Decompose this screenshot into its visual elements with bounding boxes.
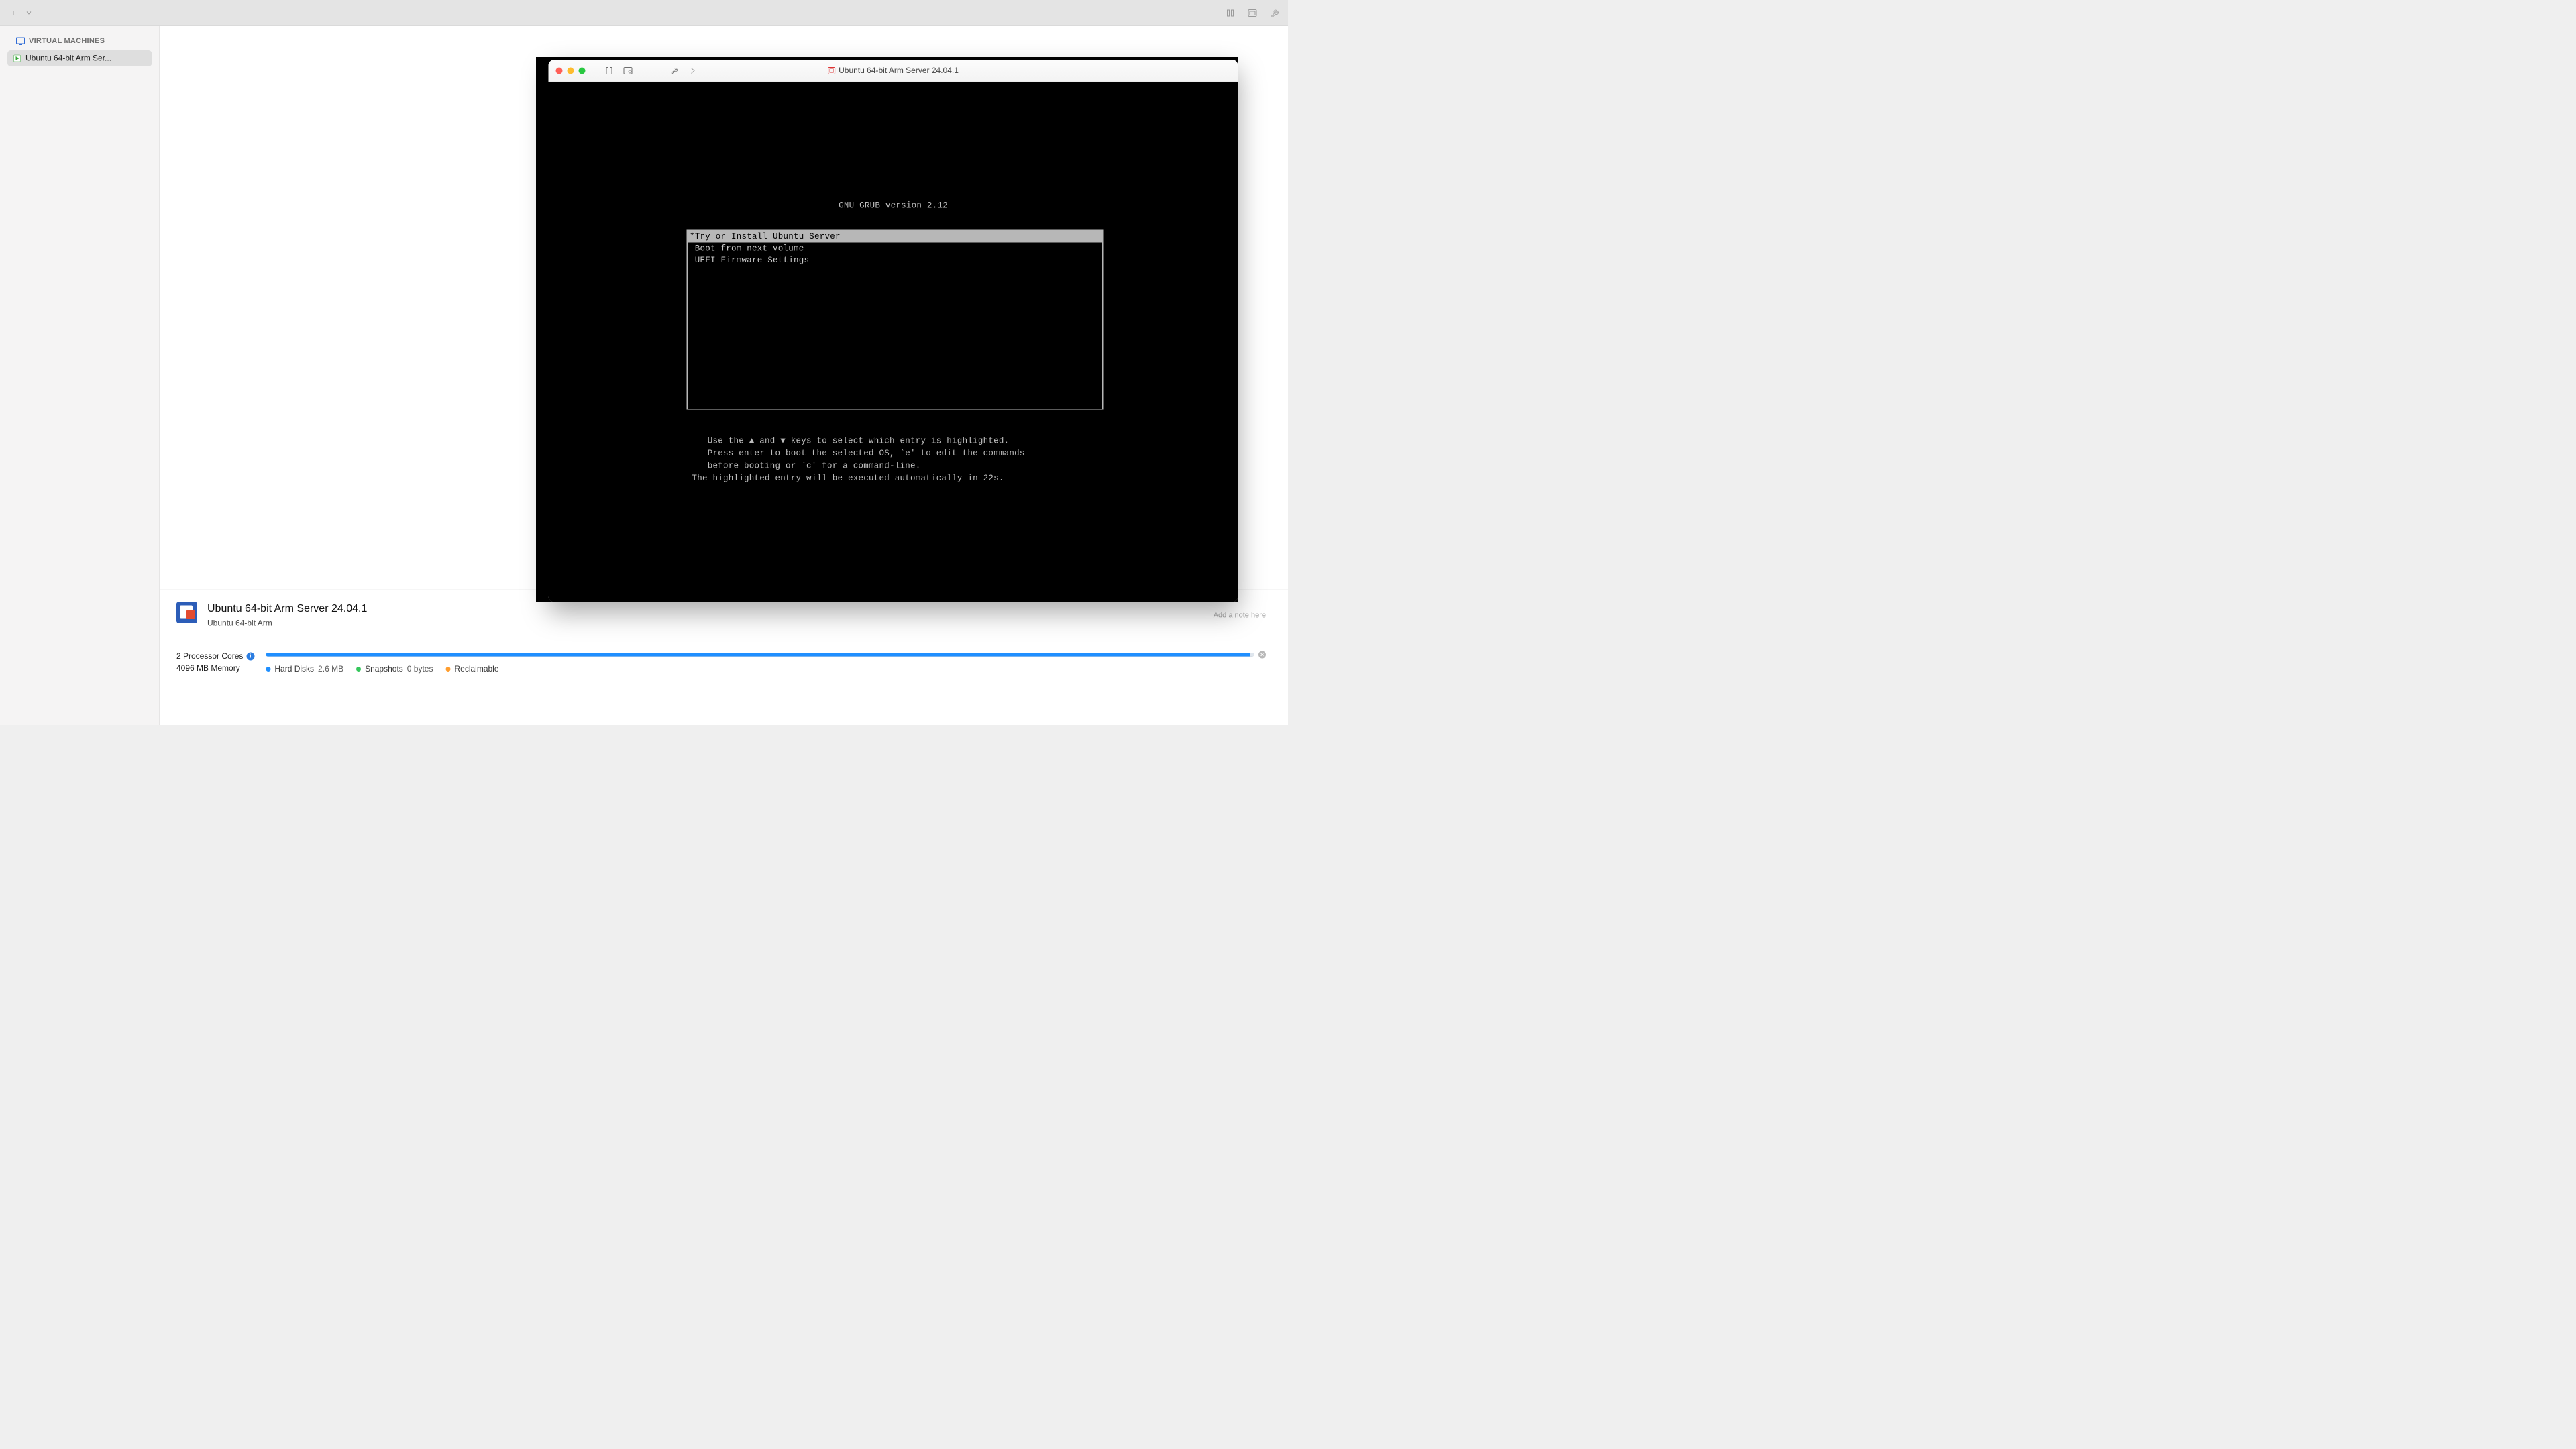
vm-display-region: Ubuntu 64-bit Arm Server 24.04.1 GNU GRU… — [160, 26, 1288, 589]
toolbar-columns-button[interactable] — [1224, 6, 1237, 19]
main-area: VIRTUAL MACHINES Ubuntu 64-bit Arm Ser..… — [0, 26, 1288, 724]
wrench-icon — [670, 66, 678, 74]
toolbar-window-button[interactable] — [1246, 6, 1259, 19]
next-button[interactable] — [688, 65, 699, 76]
legend-hd-value: 2.6 MB — [318, 665, 343, 674]
vm-metrics-row: 2 Processor Cores i 4096 MB Memory ✕ — [176, 641, 1266, 682]
vm-window-title-text: Ubuntu 64-bit Arm Server 24.04.1 — [839, 66, 959, 75]
columns-icon — [1226, 9, 1234, 17]
toolbar-right-group — [1224, 6, 1281, 19]
toolbar-tools-button[interactable] — [1268, 6, 1281, 19]
dot-icon — [356, 667, 361, 672]
sidebar: VIRTUAL MACHINES Ubuntu 64-bit Arm Ser..… — [0, 26, 160, 724]
traffic-lights — [556, 67, 586, 74]
disk-usage-fill — [266, 653, 1250, 657]
wrench-icon — [1271, 9, 1279, 17]
play-icon — [13, 55, 21, 62]
vm-note-placeholder[interactable]: Add a note here — [1214, 610, 1266, 619]
legend-hard-disks: Hard Disks 2.6 MB — [266, 665, 343, 674]
dot-icon — [266, 667, 270, 672]
add-vm-dropdown[interactable] — [22, 6, 36, 19]
legend-snap-value: 0 bytes — [407, 665, 433, 674]
vm-cores-row: 2 Processor Cores i — [176, 652, 254, 661]
vm-console[interactable]: GNU GRUB version 2.12 *Try or Install Ub… — [549, 82, 1238, 602]
grub-entry-try-install[interactable]: *Try or Install Ubuntu Server — [688, 231, 1102, 243]
disk-usage-bar-wrap: ✕ — [266, 651, 1266, 659]
minimize-button[interactable] — [568, 67, 574, 74]
disk-usage-bar[interactable] — [266, 653, 1254, 657]
chevron-down-icon — [27, 11, 32, 15]
grub-version-line: GNU GRUB version 2.12 — [549, 201, 1238, 211]
vm-status-subtitle: Ubuntu 64-bit Arm — [207, 619, 1203, 628]
info-icon[interactable]: i — [246, 653, 254, 661]
vm-status-panel: Ubuntu 64-bit Arm Server 24.04.1 Ubuntu … — [160, 589, 1288, 682]
vm-spec-labels: 2 Processor Cores i 4096 MB Memory — [176, 652, 254, 674]
vm-window-title: Ubuntu 64-bit Arm Server 24.04.1 — [828, 66, 959, 75]
legend-snapshots: Snapshots 0 bytes — [356, 665, 433, 674]
app-toolbar: + — [0, 0, 1288, 26]
toolbar-left-group: + — [7, 6, 36, 19]
dot-icon — [445, 667, 450, 672]
vm-doc-icon — [828, 67, 835, 74]
chevron-right-icon — [691, 67, 696, 74]
sidebar-section-header: VIRTUAL MACHINES — [0, 34, 160, 50]
sidebar-item-label: Ubuntu 64-bit Arm Ser... — [25, 54, 111, 63]
pause-vm-button[interactable] — [604, 65, 615, 76]
vm-cores-label: 2 Processor Cores — [176, 652, 243, 661]
fusion-logo-icon — [176, 602, 197, 623]
grub-entry-next-volume[interactable]: Boot from next volume — [688, 243, 1102, 255]
vm-status-title: Ubuntu 64-bit Arm Server 24.04.1 — [207, 602, 1203, 615]
pause-icon — [606, 67, 612, 74]
close-button[interactable] — [556, 67, 563, 74]
plus-icon: + — [11, 7, 16, 18]
legend-reclaim-label: Reclaimable — [454, 665, 498, 674]
vm-status-header: Ubuntu 64-bit Arm Server 24.04.1 Ubuntu … — [176, 602, 1266, 641]
sidebar-section-title: VIRTUAL MACHINES — [29, 36, 105, 45]
fullscreen-button[interactable] — [579, 67, 586, 74]
sidebar-item-vm[interactable]: Ubuntu 64-bit Arm Ser... — [7, 50, 152, 66]
grub-entry-uefi[interactable]: UEFI Firmware Settings — [688, 254, 1102, 266]
vm-window-titlebar[interactable]: Ubuntu 64-bit Arm Server 24.04.1 — [549, 60, 1238, 82]
grub-menu-box: *Try or Install Ubuntu Server Boot from … — [687, 230, 1104, 410]
vm-console-window: Ubuntu 64-bit Arm Server 24.04.1 GNU GRU… — [549, 60, 1238, 602]
vm-settings-button[interactable] — [669, 65, 680, 76]
window-icon — [1248, 9, 1257, 17]
vm-memory-row: 4096 MB Memory — [176, 664, 254, 674]
vm-memory-label: 4096 MB Memory — [176, 664, 240, 674]
legend-snap-label: Snapshots — [365, 665, 403, 674]
add-vm-button[interactable]: + — [7, 6, 20, 19]
monitor-icon — [16, 38, 25, 44]
vm-status-titles: Ubuntu 64-bit Arm Server 24.04.1 Ubuntu … — [207, 602, 1203, 629]
snapshot-icon — [624, 67, 633, 74]
disk-usage-end-icon[interactable]: ✕ — [1258, 651, 1266, 659]
legend-hd-label: Hard Disks — [274, 665, 314, 674]
grub-hint-text: Use the ▲ and ▼ keys to select which ent… — [692, 435, 1025, 484]
disk-legend: Hard Disks 2.6 MB Snapshots 0 bytes Recl… — [266, 665, 1266, 674]
content-column: Ubuntu 64-bit Arm Server 24.04.1 GNU GRU… — [160, 26, 1288, 724]
snapshot-button[interactable] — [623, 65, 634, 76]
legend-reclaimable: Reclaimable — [445, 665, 498, 674]
